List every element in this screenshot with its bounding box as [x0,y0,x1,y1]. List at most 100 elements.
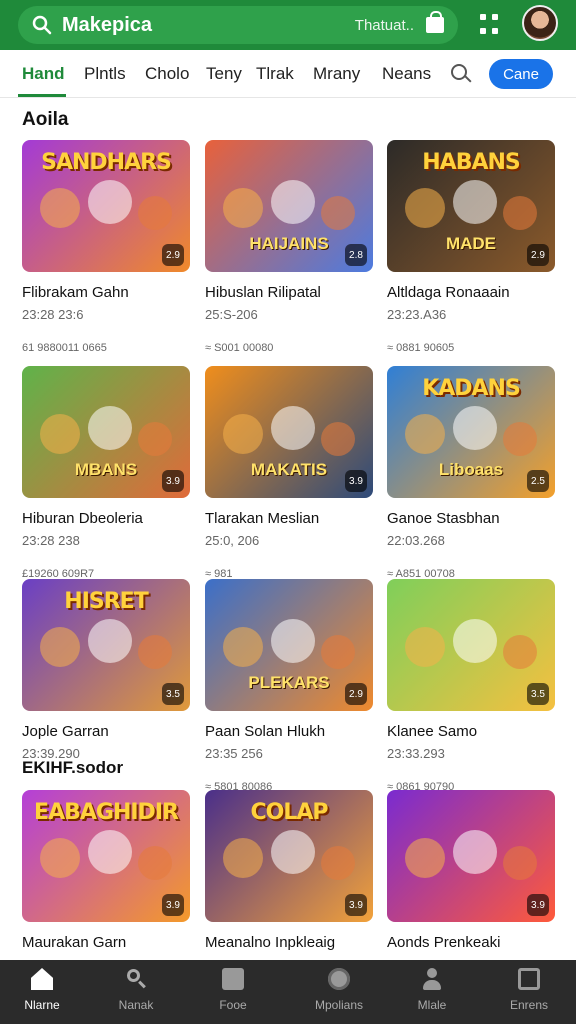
game-thumbnail[interactable]: HABANS MADE 2.9 [387,140,555,272]
game-title[interactable]: Flibrakam Gahn [22,284,190,301]
game-meta: 25:S-206 [205,307,258,322]
character-art [321,635,355,669]
game-thumbnail[interactable]: PLEKARS 2.9 [205,579,373,711]
game-meta: 23:35 256 [205,746,263,761]
tab-cholo[interactable]: Cholo [145,64,189,84]
search-label: Makepica [62,13,153,36]
character-art [405,414,445,454]
character-art [453,406,497,450]
rating-badge: 2.9 [527,244,549,266]
game-thumbnail[interactable]: KADANS Liboaas 2.5 [387,366,555,498]
game-title[interactable]: Hibuslan Rilipatal [205,284,373,301]
character-art [503,635,537,669]
game-card[interactable]: HISRET 3.5 Jople Garran 23:39.290 [22,579,190,781]
game-meta: 23:23.A36 [387,307,447,322]
game-subtitle-text: PLEKARS [248,673,330,692]
character-art [88,830,132,874]
game-logo-text: KADANS [422,376,521,401]
game-thumbnail[interactable]: SANDHARS 2.9 [22,140,190,272]
game-thumbnail[interactable]: HISRET 3.5 [22,579,190,711]
tab-hand[interactable]: Hand [22,64,65,84]
character-art [223,838,263,878]
top-bar: Makepica Thatuat.. [0,0,576,50]
tab-teny[interactable]: Teny [206,64,242,84]
game-title[interactable]: Altldaga Ronaaain [387,284,555,301]
game-title[interactable]: Tlarakan Meslian [205,510,373,527]
game-meta: 23:33.293 [387,746,445,761]
rating-badge: 3.5 [162,683,184,705]
frame-icon [518,968,540,990]
tab-tlrak[interactable]: Tlrak [256,64,294,84]
nav-enrens[interactable]: Enrens [481,968,576,1012]
game-meta: 23:28 23:6 [22,307,84,322]
game-thumbnail[interactable]: MBANS 3.9 [22,366,190,498]
tab-plntls[interactable]: Plntls [84,64,126,84]
game-card[interactable]: KADANS Liboaas 2.5 Ganoe Stasbhan 22:03.268 ≈… [387,366,555,580]
game-title[interactable]: Maurakan Garn [22,934,190,951]
rating-badge: 3.9 [345,470,367,492]
game-card[interactable]: SANDHARS 2.9 Flibrakam Gahn 23:28 23:6 61 98… [22,140,190,354]
search-hint: Thatuat.. [354,16,414,34]
game-logo-text: COLAP [250,800,328,825]
game-title[interactable]: Klanee Samo [387,723,555,740]
search-bar[interactable]: Makepica Thatuat.. [18,6,458,44]
game-title[interactable]: Jople Garran [22,723,190,740]
tab-mrany[interactable]: Mrany [313,64,360,84]
character-art [40,627,80,667]
game-card[interactable]: HAIJAINS 2.8 Hibuslan Rilipatal 25:S-206 ≈ S… [205,140,373,354]
character-art [88,619,132,663]
rating-badge: 3.9 [162,894,184,916]
nav-fooe[interactable]: Fooe [185,968,281,1012]
search-icon [32,15,52,35]
game-card[interactable]: MAKATIS 3.9 Tlarakan Meslian 25:0, 206 ≈ 981 [205,366,373,580]
grid-icon[interactable] [480,14,500,36]
bag-icon[interactable] [426,11,444,33]
nav-search[interactable]: Nanak [88,968,184,1012]
game-card[interactable]: PLEKARS 2.9 Paan Solan Hlukh 23:35 256 ≈ 580… [205,579,373,793]
game-card[interactable]: 3.5 Klanee Samo 23:33.293 ≈ 0861 90790 [387,579,555,793]
nav-label: Enrens [509,998,549,1012]
character-art [88,180,132,224]
character-art [321,196,355,230]
game-card[interactable]: MBANS 3.9 Hiburan Dbeoleria 23:28 238 £19260… [22,366,190,580]
tab-neans[interactable]: Neans [382,64,431,84]
game-thumbnail[interactable]: 3.9 [387,790,555,922]
game-thumbnail[interactable]: 3.5 [387,579,555,711]
character-art [138,846,172,880]
nav-label: Mpolians [314,998,364,1012]
game-meta-secondary: ≈ S001 00080 [205,342,274,354]
rating-badge: 2.9 [345,683,367,705]
character-art [405,627,445,667]
game-meta-secondary: 61 9880011 0665 [22,342,107,354]
game-thumbnail[interactable]: HAIJAINS 2.8 [205,140,373,272]
game-title[interactable]: Paan Solan Hlukh [205,723,373,740]
game-meta-secondary: ≈ 0881 90605 [387,342,455,354]
character-art [40,838,80,878]
section-title: Aoila [22,109,69,130]
nav-mpolians[interactable]: Mpolians [291,968,387,1012]
character-art [405,838,445,878]
person-icon [421,968,443,990]
rating-badge: 2.9 [162,244,184,266]
character-art [223,188,263,228]
game-subtitle-text: MAKATIS [250,460,328,479]
game-title[interactable]: Ganoe Stasbhan [387,510,555,527]
game-thumbnail[interactable]: COLAP 3.9 [205,790,373,922]
character-art [503,196,537,230]
game-title[interactable]: Aonds Prenkeaki [387,934,555,951]
character-art [271,830,315,874]
game-title[interactable]: Hiburan Dbeoleria [22,510,190,527]
game-card[interactable]: HABANS MADE 2.9 Altldaga Ronaaain 23:23.A36 ≈… [387,140,555,354]
rating-badge: 3.5 [527,683,549,705]
active-tab-indicator [18,94,66,97]
game-subtitle-text: MBANS [74,460,138,479]
game-thumbnail[interactable]: MAKATIS 3.9 [205,366,373,498]
cane-button[interactable]: Cane [489,59,553,89]
game-thumbnail[interactable]: EABAGHIDIR 3.9 [22,790,190,922]
avatar[interactable] [522,5,558,41]
search-icon[interactable] [451,64,472,84]
character-art [271,619,315,663]
game-title[interactable]: Meanalno Inpkleaig [205,934,373,951]
nav-mlale[interactable]: Mlale [384,968,480,1012]
nav-home[interactable]: Nlarne [0,968,90,1012]
